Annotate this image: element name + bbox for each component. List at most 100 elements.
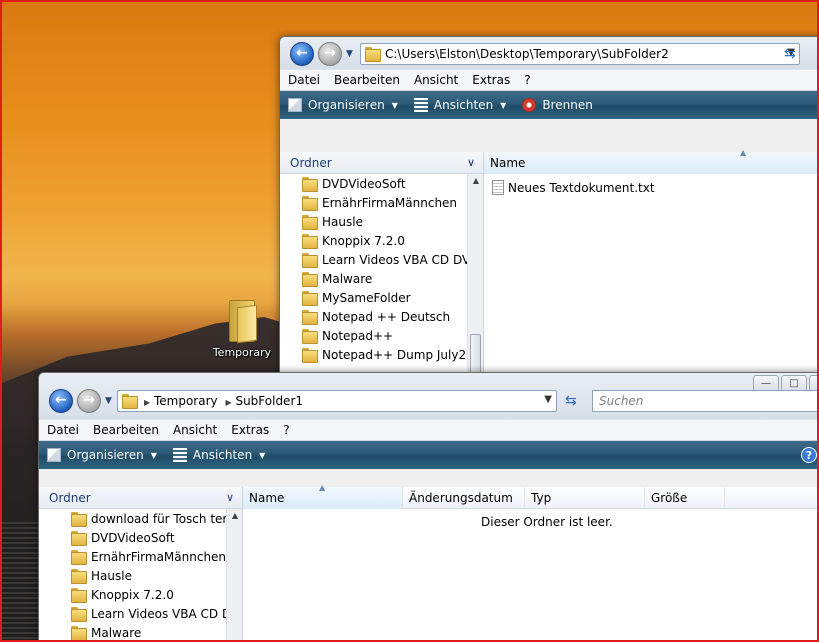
column-size[interactable]: Größe xyxy=(645,487,725,509)
menu-ansicht[interactable]: Ansicht xyxy=(173,423,217,437)
column-type[interactable]: Typ xyxy=(525,487,645,509)
back-button[interactable]: ← xyxy=(290,42,314,66)
chevron-down-icon: ▼ xyxy=(150,450,157,460)
tree-item[interactable]: DVDVideoSoft xyxy=(39,528,226,547)
explorer-window-subfolder2: ← → ▼ C:\Users\Elston\Desktop\Temporary\… xyxy=(279,36,817,376)
scroll-up-icon[interactable]: ▲ xyxy=(468,176,484,185)
folder-icon xyxy=(227,298,257,344)
back-button[interactable]: ← xyxy=(49,389,73,413)
explorer-window-subfolder1: — □ ✕ ← → ▼ ▶ Temporary ▶ SubFolder1 ▼ xyxy=(38,372,817,640)
tree-item[interactable]: Notepad++ Dump July2013 xyxy=(280,345,467,364)
menu-help[interactable]: ? xyxy=(524,73,530,87)
chevron-down-icon: ∨ xyxy=(466,156,475,169)
tree-item[interactable]: MySameFolder xyxy=(280,288,467,307)
tree-item-label: Learn Videos VBA CD DVD xyxy=(91,606,226,621)
folder-icon xyxy=(302,272,318,287)
views-label: Ansichten xyxy=(433,98,494,112)
column-date-label: Änderungsdatum xyxy=(409,491,513,505)
folder-icon xyxy=(71,550,87,565)
tree-item-label: Notepad ++ Deutsch xyxy=(322,309,451,324)
history-dropdown-icon[interactable]: ▼ xyxy=(105,396,112,406)
tree-item[interactable]: Malware xyxy=(39,623,226,640)
folder-icon xyxy=(302,329,318,344)
tree-item-label: MySameFolder xyxy=(322,290,411,305)
nav-pane-header[interactable]: Ordner ∨ xyxy=(39,487,242,509)
command-bar: Organisieren ▼ Ansichten ▼ Brennen xyxy=(280,91,817,119)
help-icon[interactable]: ? xyxy=(801,447,817,463)
nav-pane-title: Ordner xyxy=(49,491,91,505)
tree-item[interactable]: Notepad++ xyxy=(280,326,467,345)
forward-button[interactable]: → xyxy=(318,42,342,66)
tree-item[interactable]: Hausle xyxy=(39,566,226,585)
menu-datei[interactable]: Datei xyxy=(47,423,79,437)
refresh-icon[interactable]: ⇆ xyxy=(784,46,796,62)
search-input[interactable]: Suchen ⌕ xyxy=(592,390,817,412)
address-row: ← → ▼ ▶ Temporary ▶ SubFolder1 ▼ ⇆ Suche… xyxy=(39,387,817,419)
column-headers: Name ▲ xyxy=(484,148,817,174)
tree-item[interactable]: ErnährFirmaMännchen xyxy=(280,193,467,212)
nav-pane-header[interactable]: Ordner ∨ xyxy=(280,152,483,174)
column-name-label: Name xyxy=(249,491,285,505)
scrollbar-thumb[interactable] xyxy=(470,334,481,375)
folder-icon xyxy=(302,348,318,363)
organize-icon xyxy=(288,98,302,112)
desktop-folder-temporary[interactable]: Temporary xyxy=(207,298,277,359)
file-item[interactable]: Neues Textdokument.txt xyxy=(492,180,655,195)
views-button[interactable]: Ansichten ▼ xyxy=(413,98,506,112)
folder-icon xyxy=(71,512,87,527)
tree-item[interactable]: Malware xyxy=(280,269,467,288)
organize-icon xyxy=(47,448,61,462)
column-name[interactable]: Name xyxy=(484,152,817,174)
menu-extras[interactable]: Extras xyxy=(472,73,510,87)
breadcrumb-temporary[interactable]: Temporary xyxy=(154,394,218,408)
menu-datei[interactable]: Datei xyxy=(288,73,320,87)
chevron-down-icon: ∨ xyxy=(225,491,234,504)
folder-icon xyxy=(71,607,87,622)
sort-ascending-icon: ▲ xyxy=(319,483,326,492)
folder-icon xyxy=(71,531,87,546)
address-bar[interactable]: C:\Users\Elston\Desktop\Temporary\SubFol… xyxy=(360,43,800,65)
organize-label: Organisieren xyxy=(67,448,144,462)
chevron-down-icon[interactable]: ▼ xyxy=(544,394,552,405)
forward-button[interactable]: → xyxy=(77,389,101,413)
menu-bearbeiten[interactable]: Bearbeiten xyxy=(334,73,400,87)
tree-item[interactable]: Notepad ++ Deutsch xyxy=(280,307,467,326)
nav-scrollbar[interactable]: ▲ xyxy=(467,174,483,375)
folder-icon xyxy=(71,569,87,584)
navigation-pane: Ordner ∨ download für Tosch ter DVDVideo… xyxy=(39,487,243,640)
tree-item[interactable]: DVDVideoSoft xyxy=(280,174,467,193)
tree-item[interactable]: Hausle xyxy=(280,212,467,231)
organize-button[interactable]: Organisieren ▼ xyxy=(288,98,398,112)
menu-help[interactable]: ? xyxy=(283,423,289,437)
address-bar[interactable]: ▶ Temporary ▶ SubFolder1 ▼ xyxy=(117,390,557,412)
nav-scrollbar[interactable]: ▲ xyxy=(226,509,243,640)
column-size-label: Größe xyxy=(651,491,688,505)
history-dropdown-icon[interactable]: ▼ xyxy=(346,49,353,59)
file-list: Name ▲ Änderungsdatum Typ Größe Dieser O… xyxy=(243,483,817,640)
views-button[interactable]: Ansichten ▼ xyxy=(172,448,265,462)
scroll-up-icon[interactable]: ▲ xyxy=(227,511,243,520)
tree-item[interactable]: ErnährFirmaMännchen xyxy=(39,547,226,566)
desktop-icon-label: Temporary xyxy=(212,346,272,359)
organize-button[interactable]: Organisieren ▼ xyxy=(47,448,157,462)
breadcrumb-subfolder1[interactable]: SubFolder1 xyxy=(235,394,303,408)
burn-button[interactable]: Brennen xyxy=(522,98,593,112)
refresh-icon[interactable]: ⇆ xyxy=(565,393,577,409)
menu-extras[interactable]: Extras xyxy=(231,423,269,437)
tree-item[interactable]: Learn Videos VBA CD DVD xyxy=(280,250,467,269)
menu-bearbeiten[interactable]: Bearbeiten xyxy=(93,423,159,437)
column-date-modified[interactable]: Änderungsdatum xyxy=(403,487,525,509)
address-row: ← → ▼ C:\Users\Elston\Desktop\Temporary\… xyxy=(280,37,817,69)
tree-item[interactable]: download für Tosch ter xyxy=(39,509,226,528)
tree-item[interactable]: Learn Videos VBA CD DVD xyxy=(39,604,226,623)
tree-item[interactable]: Knoppix 7.2.0 xyxy=(280,231,467,250)
tree-item-label: ErnährFirmaMännchen xyxy=(91,549,226,564)
column-name-label: Name xyxy=(490,156,526,170)
menu-ansicht[interactable]: Ansicht xyxy=(414,73,458,87)
tree-item[interactable]: Knoppix 7.2.0 xyxy=(39,585,226,604)
tree-item-label: Knoppix 7.2.0 xyxy=(322,233,405,248)
tree-item-label: Knoppix 7.2.0 xyxy=(91,587,174,602)
burn-disc-icon xyxy=(522,98,537,112)
empty-folder-message: Dieser Ordner ist leer. xyxy=(481,515,613,529)
desktop: Temporary ← → ▼ C:\Users\Elston\Desktop\… xyxy=(0,0,819,642)
